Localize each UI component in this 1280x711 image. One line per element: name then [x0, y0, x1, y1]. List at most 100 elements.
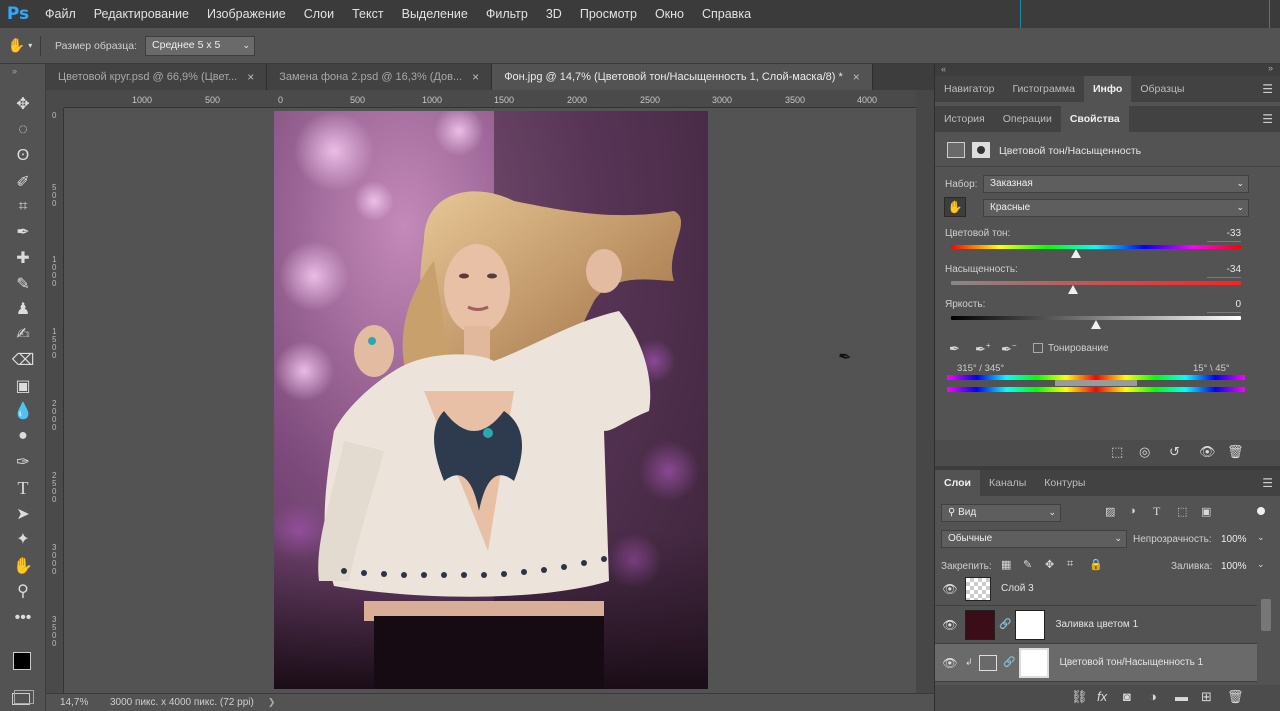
panel-menu-icon[interactable]: ☰: [1262, 82, 1273, 96]
menu-edit[interactable]: Редактирование: [85, 0, 198, 28]
lock-transparent-icon[interactable]: ▦: [1001, 558, 1011, 571]
filter-type-icon[interactable]: T: [1153, 504, 1160, 519]
tab-actions[interactable]: Операции: [994, 106, 1061, 132]
lock-all-icon[interactable]: 🔒: [1089, 558, 1103, 571]
reset-icon[interactable]: ↺: [1169, 444, 1180, 460]
delete-icon[interactable]: 🗑: [1227, 444, 1244, 460]
lock-position-icon[interactable]: ✥: [1045, 558, 1054, 571]
healing-brush-tool-icon[interactable]: ✚: [10, 246, 36, 270]
blur-tool-icon[interactable]: 💧: [10, 399, 36, 423]
channel-select[interactable]: Красные ⌄: [983, 199, 1249, 217]
lightness-value[interactable]: 0: [1207, 299, 1241, 313]
opacity-value[interactable]: 100%: [1221, 534, 1247, 545]
doc-tab-color-wheel[interactable]: Цветовой круг.psd @ 66,9% (Цвет... ×: [46, 64, 268, 90]
collapse-icon[interactable]: »: [12, 66, 17, 76]
doc-tab-fon[interactable]: Фон.jpg @ 14,7% (Цветовой тон/Насыщеннос…: [492, 64, 873, 90]
chevron-down-icon[interactable]: ⌄: [1257, 559, 1265, 570]
menu-help[interactable]: Справка: [693, 0, 760, 28]
tab-channels[interactable]: Каналы: [980, 470, 1035, 496]
layer-row[interactable]: 👁 🔗 Заливка цветом 1: [935, 606, 1257, 644]
stamp-tool-icon[interactable]: ♟: [10, 297, 36, 321]
new-layer-icon[interactable]: ⊞: [1201, 689, 1212, 705]
menu-window[interactable]: Окно: [646, 0, 693, 28]
chevron-down-icon[interactable]: ⌄: [1257, 532, 1265, 543]
on-image-adjust-icon[interactable]: ✋: [944, 197, 966, 217]
filter-pixel-icon[interactable]: ▨: [1105, 505, 1115, 518]
shape-tool-icon[interactable]: ✦: [10, 527, 36, 551]
hue-slider-thumb[interactable]: [1070, 249, 1081, 258]
collapse-icon[interactable]: «: [941, 64, 946, 74]
tab-paths[interactable]: Контуры: [1035, 470, 1094, 496]
eraser-tool-icon[interactable]: ⌫: [10, 348, 36, 372]
filter-adjustment-icon[interactable]: ◑: [1129, 505, 1136, 517]
link-icon[interactable]: 🔗: [999, 619, 1011, 630]
eyedropper-tool-icon[interactable]: ✒: [10, 220, 36, 244]
adjustment-layer-icon[interactable]: ◑: [1149, 689, 1157, 704]
zoom-level[interactable]: 14,7%: [60, 697, 110, 708]
menu-view[interactable]: Просмотр: [571, 0, 646, 28]
type-tool-icon[interactable]: T: [10, 476, 36, 500]
eyedropper-subtract-icon[interactable]: ✒−: [1001, 341, 1017, 357]
path-selection-tool-icon[interactable]: ➤: [10, 502, 36, 526]
marquee-tool-icon[interactable]: ◌: [10, 118, 36, 142]
link-icon[interactable]: 🔗: [1003, 657, 1015, 668]
mask-icon[interactable]: [972, 142, 990, 158]
add-mask-icon[interactable]: ◙: [1123, 689, 1131, 704]
collapse-icon[interactable]: »: [1268, 63, 1273, 73]
link-layers-icon[interactable]: ⛓: [1071, 689, 1088, 705]
clip-to-layer-icon[interactable]: ⬚: [1111, 444, 1123, 460]
pen-tool-icon[interactable]: ✑: [10, 450, 36, 474]
saturation-slider-thumb[interactable]: [1067, 285, 1078, 294]
status-menu-arrow-icon[interactable]: ❯: [268, 697, 276, 708]
tab-navigator[interactable]: Навигатор: [935, 76, 1003, 102]
layers-scrollbar[interactable]: [1261, 599, 1271, 631]
menu-image[interactable]: Изображение: [198, 0, 295, 28]
layer-filter-select[interactable]: ⚲ Вид ⌄: [941, 504, 1061, 522]
blend-mode-select[interactable]: Обычные ⌄: [941, 530, 1127, 548]
tab-layers[interactable]: Слои: [935, 470, 980, 496]
hue-slider-track[interactable]: [951, 245, 1241, 249]
visibility-eye-icon[interactable]: 👁: [935, 582, 965, 596]
visibility-eye-icon[interactable]: 👁: [1199, 444, 1216, 460]
tab-history[interactable]: История: [935, 106, 994, 132]
sample-size-select[interactable]: Среднее 5 х 5 ⌄: [145, 35, 256, 56]
range-selector[interactable]: [1055, 380, 1137, 386]
layer-row[interactable]: 👁 Слой 3: [935, 572, 1257, 606]
fx-icon[interactable]: fx: [1097, 689, 1107, 704]
menu-select[interactable]: Выделение: [393, 0, 477, 28]
panel-menu-icon[interactable]: ☰: [1262, 112, 1273, 126]
lightness-slider-thumb[interactable]: [1091, 320, 1101, 329]
adjustment-icon[interactable]: [947, 142, 965, 158]
history-brush-tool-icon[interactable]: ✍: [10, 322, 36, 346]
menu-filter[interactable]: Фильтр: [477, 0, 537, 28]
doc-tab-bg-replace[interactable]: Замена фона 2.psd @ 16,3% (Дов... ×: [267, 64, 493, 90]
quick-select-tool-icon[interactable]: ✐: [10, 170, 36, 194]
more-tools-icon[interactable]: •••: [10, 606, 36, 630]
filter-toggle-icon[interactable]: [1257, 507, 1265, 515]
tab-swatches[interactable]: Образцы: [1131, 76, 1193, 102]
saturation-value[interactable]: -34: [1207, 264, 1241, 278]
visibility-eye-icon[interactable]: 👁: [935, 656, 965, 670]
hue-value[interactable]: -33: [1207, 228, 1241, 242]
move-tool-icon[interactable]: ✥: [10, 92, 36, 116]
menu-type[interactable]: Текст: [343, 0, 392, 28]
gradient-tool-icon[interactable]: ▣: [10, 374, 36, 398]
lasso-tool-icon[interactable]: ʘ: [10, 144, 36, 168]
lock-pixels-icon[interactable]: ✎: [1023, 558, 1032, 571]
tool-preset-icon[interactable]: ✋ ▾: [0, 37, 40, 54]
tab-info[interactable]: Инфо: [1083, 76, 1132, 102]
lock-artboard-icon[interactable]: ⌗: [1067, 558, 1073, 571]
menu-3d[interactable]: 3D: [537, 0, 571, 28]
saturation-slider-track[interactable]: [951, 281, 1241, 285]
brush-tool-icon[interactable]: ✎: [10, 272, 36, 296]
eyedropper-add-icon[interactable]: ✒+: [975, 341, 991, 357]
canvas-scroll-gutter[interactable]: [916, 90, 934, 693]
close-icon[interactable]: ×: [472, 70, 479, 84]
zoom-tool-icon[interactable]: ⚲: [10, 579, 36, 603]
preset-select[interactable]: Заказная ⌄: [983, 175, 1249, 193]
filter-shape-icon[interactable]: ⬚: [1177, 505, 1187, 518]
menu-layers[interactable]: Слои: [295, 0, 343, 28]
document-image[interactable]: [274, 111, 708, 689]
tab-properties[interactable]: Свойства: [1060, 106, 1129, 132]
eyedropper-icon[interactable]: ✒: [949, 341, 960, 357]
